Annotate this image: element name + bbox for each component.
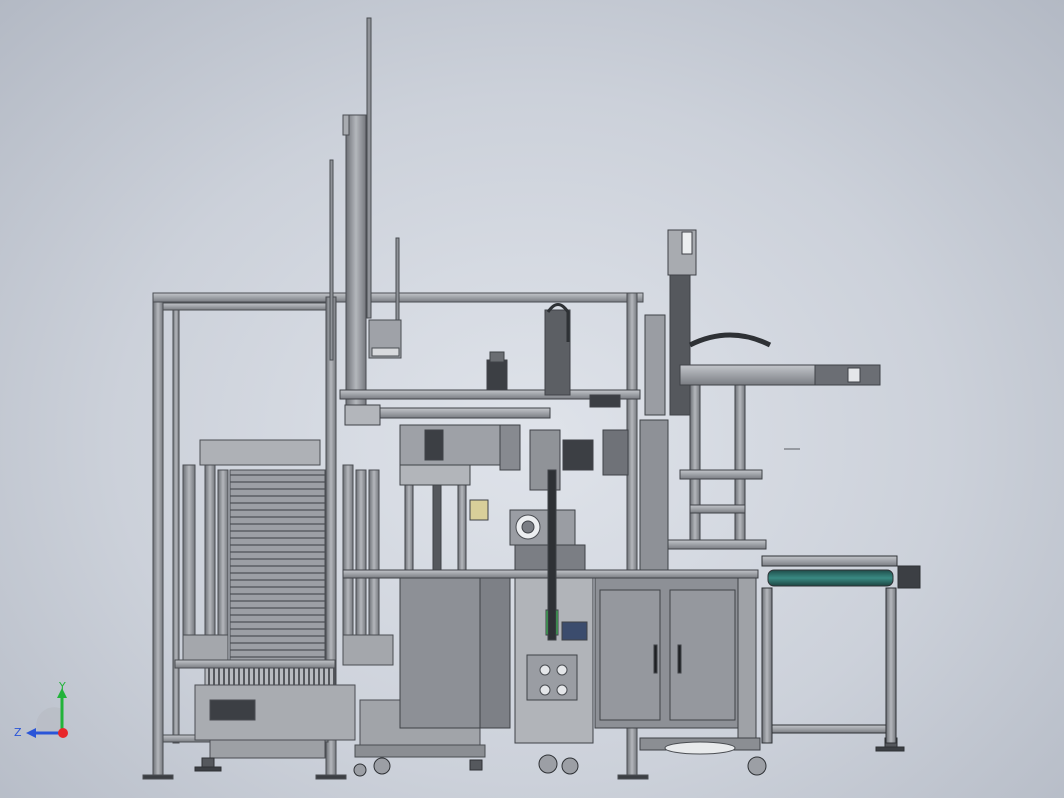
output-conveyor bbox=[761, 555, 921, 744]
orientation-triad: Y Z bbox=[14, 680, 68, 739]
z-axis-label: Z bbox=[14, 726, 22, 739]
x-axis-dot bbox=[58, 728, 68, 738]
right-gantry bbox=[639, 229, 881, 571]
vertical-lift-posts bbox=[329, 17, 402, 416]
y-axis-label: Y bbox=[58, 680, 66, 693]
machine-assembly-drawing: Y Z bbox=[14, 17, 921, 780]
z-arrowhead-icon bbox=[26, 728, 36, 738]
cad-viewport[interactable]: Y Z bbox=[0, 0, 1064, 798]
